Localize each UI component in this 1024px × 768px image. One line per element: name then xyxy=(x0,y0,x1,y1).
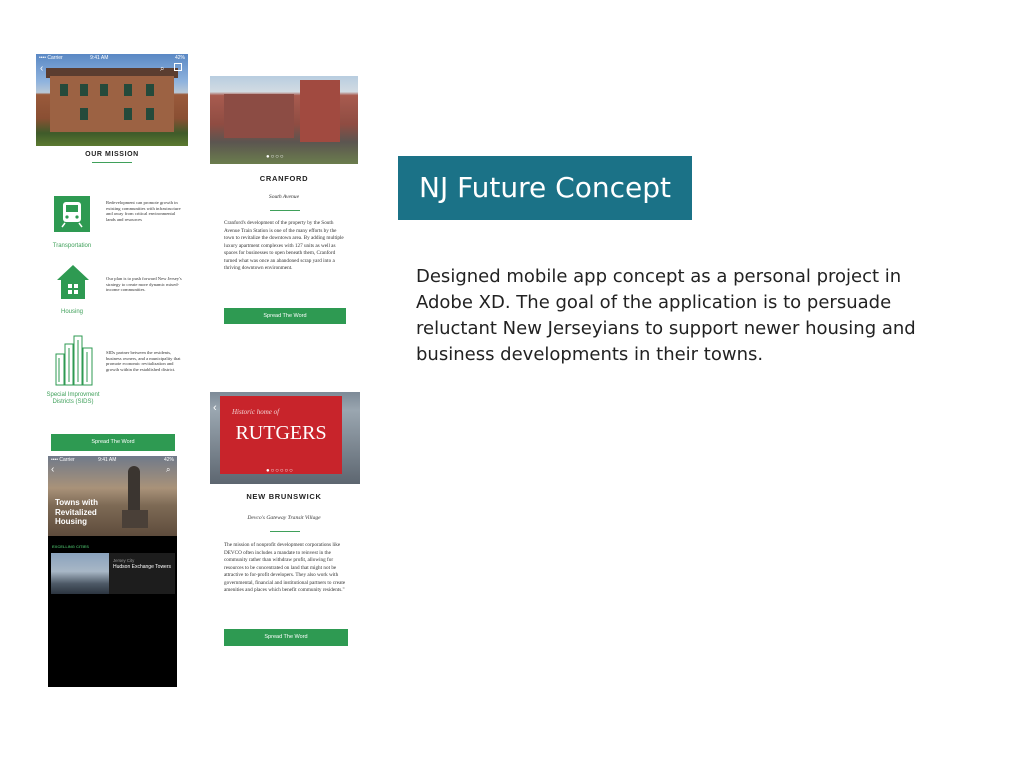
back-chevron-icon[interactable]: ‹ xyxy=(40,63,43,74)
towns-screen: •••• Carrier 9:41 AM 42% ‹ ⌕ Towns with … xyxy=(48,456,177,687)
window xyxy=(80,84,88,96)
slide-title: NJ Future Concept xyxy=(419,171,671,204)
city-title: CRANFORD xyxy=(259,174,309,183)
slide-description: Designed mobile app concept as a persona… xyxy=(416,266,916,365)
city-description: Cranford's development of the property b… xyxy=(224,220,344,271)
city-icon xyxy=(54,334,94,386)
house-icon xyxy=(56,264,90,300)
feature-label: Housing xyxy=(60,309,83,315)
statue-pedestal xyxy=(122,510,148,528)
apartment-tower xyxy=(300,80,340,142)
historic-house-photo: •••• Carrier 9:41 AM 42% ‹ ⌕ xyxy=(36,54,188,146)
city-title: NEW BRUNSWICK xyxy=(246,492,322,501)
banner-caption: Historic home of xyxy=(232,408,280,416)
city-subtitle: South Avenue xyxy=(268,194,300,200)
city-subtitle: Devco's Gateway Transit Village xyxy=(247,515,321,521)
rutgers-photo: Historic home of RUTGERS ‹ ●○○○○○ xyxy=(210,392,360,484)
rutgers-banner: Historic home of RUTGERS xyxy=(220,396,342,474)
apartment-block xyxy=(224,94,294,138)
slide-title-box: NJ Future Concept xyxy=(398,156,692,220)
statue-figure xyxy=(128,466,140,510)
divider xyxy=(92,162,132,163)
feature-label: Special Improvment Districts (SIDS) xyxy=(46,392,100,405)
feature-label: Transportation xyxy=(52,243,92,249)
card-title: Hudson Exchange Towers xyxy=(113,564,171,570)
spread-the-word-button[interactable]: Spread The Word xyxy=(224,629,348,646)
divider xyxy=(270,210,300,211)
carousel-dots[interactable]: ●○○○ xyxy=(266,154,285,160)
mission-screen: •••• Carrier 9:41 AM 42% ‹ ⌕ OUR MISSION… xyxy=(36,54,188,454)
skyline-photo xyxy=(51,553,109,594)
window xyxy=(146,84,154,96)
city-card[interactable]: Jersey City Hudson Exchange Towers xyxy=(51,553,175,594)
page-title: Towns with Revitalized Housing xyxy=(55,498,98,526)
window xyxy=(60,84,68,96)
cranford-screen: ●○○○ CRANFORD South Avenue Cranford's de… xyxy=(210,76,358,338)
divider xyxy=(270,531,300,532)
apartment-photo: ●○○○ xyxy=(210,76,358,164)
back-chevron-icon[interactable]: ‹ xyxy=(213,402,217,414)
window xyxy=(80,108,88,120)
search-icon[interactable]: ⌕ xyxy=(166,465,170,475)
search-icon[interactable]: ⌕ xyxy=(160,64,164,74)
window xyxy=(124,108,132,120)
feature-text: Our plan is to push forward New Jersey's… xyxy=(106,276,182,293)
status-bar: •••• Carrier 9:41 AM 42% xyxy=(51,457,174,463)
feature-text: Redevelopment can promote growth in exis… xyxy=(106,200,181,222)
banner-title: RUTGERS xyxy=(235,422,327,444)
status-bar: •••• Carrier 9:41 AM 42% xyxy=(39,55,185,61)
page-title: OUR MISSION xyxy=(85,151,139,158)
section-label: EXCELLING CITIES xyxy=(52,544,89,549)
window xyxy=(124,84,132,96)
window xyxy=(146,108,154,120)
spread-the-word-button[interactable]: Spread The Word xyxy=(224,308,346,324)
city-description: The mission of nonprofit development cor… xyxy=(224,542,346,593)
back-chevron-icon[interactable]: ‹ xyxy=(51,464,54,475)
spread-the-word-button[interactable]: Spread The Word xyxy=(51,434,175,451)
new-brunswick-screen: Historic home of RUTGERS ‹ ●○○○○○ NEW BR… xyxy=(210,392,360,654)
house-facade xyxy=(50,76,174,132)
carousel-dots[interactable]: ●○○○○○ xyxy=(266,468,294,474)
train-icon xyxy=(54,196,90,232)
feature-text: SIDs partner between the residents, busi… xyxy=(106,350,181,372)
share-icon[interactable] xyxy=(174,63,182,71)
card-subtitle: Jersey City xyxy=(113,558,135,563)
window xyxy=(100,84,108,96)
